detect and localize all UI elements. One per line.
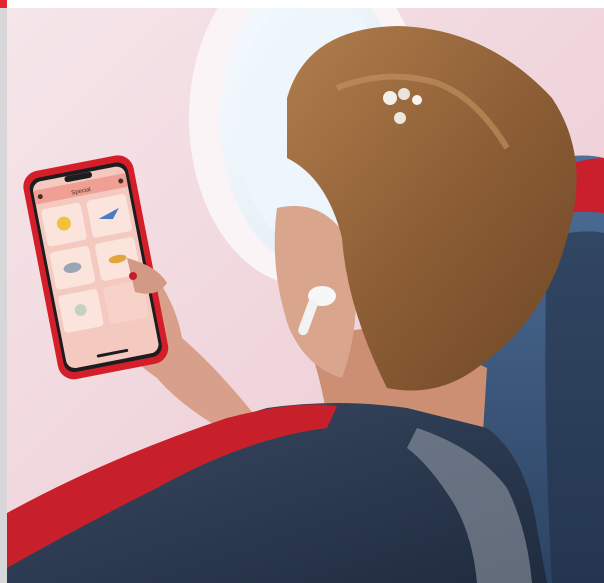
- photo-illustration: Special: [7, 8, 604, 583]
- top-border: [0, 0, 604, 8]
- corner-accent: [0, 0, 7, 8]
- seat-shadow: [545, 231, 604, 583]
- photo-frame: Special: [0, 0, 604, 583]
- left-border: [0, 0, 7, 583]
- fingernail: [129, 272, 137, 280]
- airplane-passenger-photo: Special: [7, 8, 604, 583]
